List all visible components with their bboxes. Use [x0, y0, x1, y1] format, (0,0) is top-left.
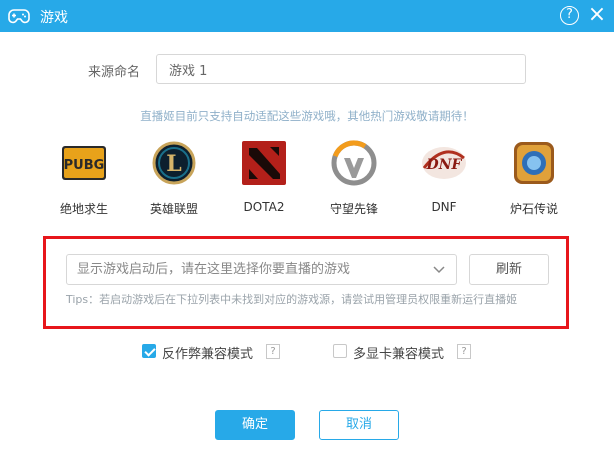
- chevron-down-icon: [433, 266, 445, 274]
- game-label-lol: 英雄联盟: [149, 202, 198, 216]
- source-name-input[interactable]: [156, 54, 526, 84]
- overwatch-logo-icon: [331, 140, 377, 186]
- dnf-logo-icon: DNF: [422, 147, 466, 179]
- source-name-label: 来源命名: [88, 65, 141, 80]
- cancel-button[interactable]: 取消: [319, 410, 399, 440]
- game-label-dnf: DNF: [431, 200, 457, 214]
- pubg-logo-text: PUBG: [64, 158, 105, 173]
- multi-gpu-help-icon[interactable]: ?: [457, 344, 471, 359]
- game-label-hearthstone: 炉石传说: [509, 202, 558, 216]
- game-item-lol[interactable]: L 英雄联盟: [130, 138, 210, 218]
- tips-text: Tips：若启动游戏后在下拉列表中未找到对应的游戏源，请尝试用管理员权限重新运行…: [66, 293, 518, 306]
- multi-gpu-mode-checkbox[interactable]: [333, 344, 347, 358]
- multi-gpu-mode-option[interactable]: 多显卡兼容模式 ?: [333, 343, 473, 362]
- game-item-hearthstone[interactable]: 炉石传说: [490, 138, 570, 218]
- anti-cheat-help-icon[interactable]: ?: [266, 344, 280, 359]
- hearthstone-logo-icon: [514, 142, 554, 184]
- title-bar: 游戏 ? ×: [0, 0, 614, 32]
- game-item-dnf[interactable]: DNF DNF: [400, 138, 480, 218]
- window-title: 游戏: [40, 10, 68, 26]
- supported-games-notice: 直播姬目前只支持自动适配这些游戏哦，其他热门游戏敬请期待！: [140, 109, 474, 123]
- game-source-placeholder: 显示游戏启动后，请在这里选择你要直播的游戏: [77, 262, 351, 277]
- dnf-logo-text: DNF: [426, 157, 463, 173]
- pubg-logo-icon: PUBG: [62, 146, 106, 180]
- game-label-overwatch: 守望先锋: [329, 202, 378, 216]
- game-item-dota2[interactable]: DOTA2: [220, 138, 300, 218]
- game-label-dota2: DOTA2: [243, 200, 285, 214]
- lol-logo-icon: L: [152, 141, 196, 185]
- dota2-logo-icon: [242, 141, 286, 185]
- gamepad-icon: [8, 9, 30, 24]
- help-button[interactable]: ?: [560, 6, 579, 25]
- game-label-pubg: 绝地求生: [59, 202, 108, 216]
- refresh-button[interactable]: 刷新: [469, 254, 549, 285]
- anti-cheat-mode-label: 反作弊兼容模式: [162, 347, 254, 362]
- lol-logo-text: L: [166, 151, 181, 177]
- anti-cheat-mode-option[interactable]: 反作弊兼容模式 ?: [142, 343, 282, 362]
- ok-button[interactable]: 确定: [215, 410, 295, 440]
- close-button[interactable]: ×: [586, 4, 608, 26]
- multi-gpu-mode-label: 多显卡兼容模式: [353, 347, 445, 362]
- game-item-pubg[interactable]: PUBG 绝地求生: [40, 138, 120, 218]
- game-source-select[interactable]: 显示游戏启动后，请在这里选择你要直播的游戏: [66, 254, 457, 285]
- supported-games-list: PUBG 绝地求生 L 英雄联盟 DOTA2 守望先锋 DNF DNF 炉石传说: [40, 138, 580, 218]
- game-item-overwatch[interactable]: 守望先锋: [310, 138, 390, 218]
- anti-cheat-mode-checkbox[interactable]: [142, 344, 156, 358]
